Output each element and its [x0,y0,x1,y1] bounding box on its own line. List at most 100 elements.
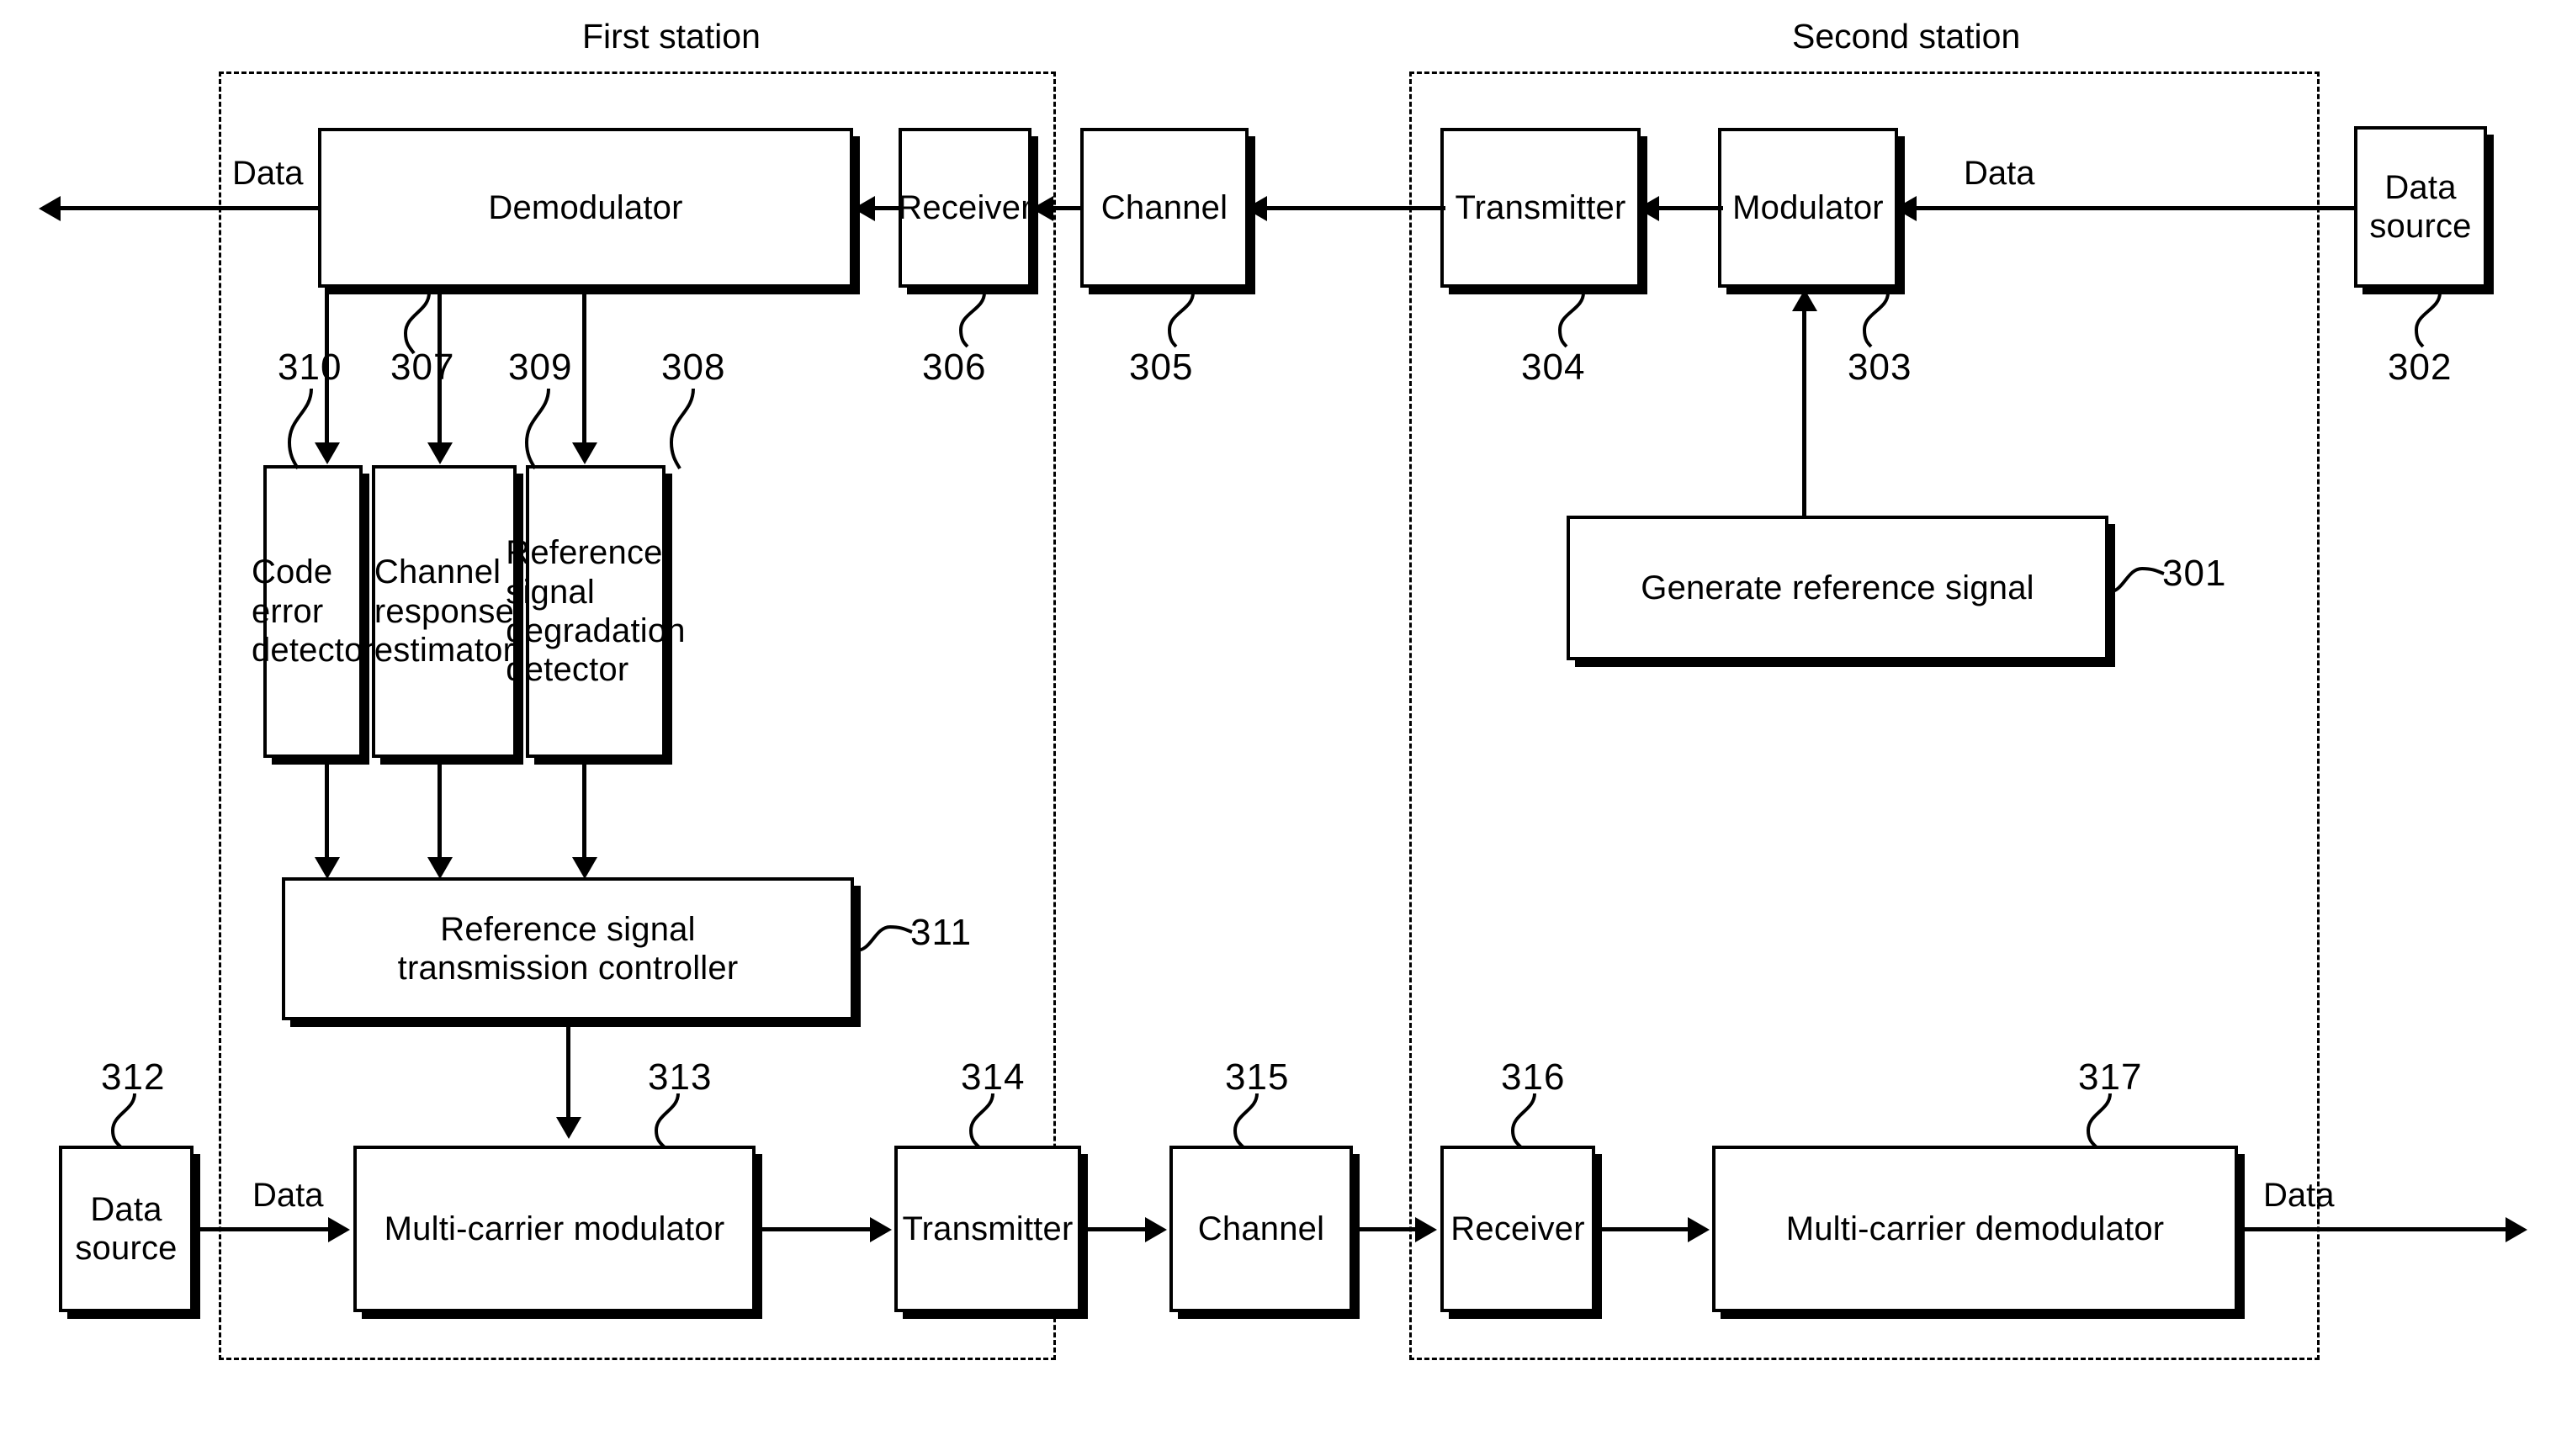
leader-312 [109,1093,151,1149]
ref-numeral-314: 314 [961,1056,1026,1098]
block-mc-demodulator[interactable]: Multi-carrier demodulator [1712,1146,2238,1312]
block-code-error-detector-label: Code error detector [251,553,375,670]
ref-numeral-315: 315 [1225,1056,1290,1098]
arrow-channel-to-receiver [1031,196,1053,221]
block-reference-signal-degradation-detector[interactable]: Reference signal degradation detector [506,465,686,758]
block-mc-modulator-label: Multi-carrier modulator [384,1210,725,1247]
line-demod-to-refsig-deg-detector [582,288,586,446]
block-data-source-bottom[interactable]: Data source [59,1146,194,1312]
line-mc-modulator-to-transmitter [762,1227,872,1231]
ref-numeral-304: 304 [1521,347,1586,388]
ref-numeral-311: 311 [910,912,973,953]
line-receiver-to-mc-demodulator [1599,1227,1689,1231]
line-genref-to-modulator [1802,310,1806,518]
leader-304 [1543,292,1589,348]
arrow-datasource-to-modulator [1895,196,1917,221]
arrow-demod-out [39,196,61,221]
block-demodulator[interactable]: Demodulator [318,128,853,288]
block-mc-demodulator-label: Multi-carrier demodulator [1785,1210,2165,1247]
leader-308 [665,388,707,469]
block-reference-signal-degradation-detector-label: Reference signal degradation detector [506,534,686,689]
arrow-datasource-to-mc-modulator [328,1217,350,1242]
arrow-receiver-to-mc-demodulator [1688,1217,1710,1242]
arrow-controller-to-mc-modulator [556,1117,581,1139]
block-reference-signal-transmission-controller-label: Reference signal transmission controller [397,910,739,987]
block-channel-top[interactable]: Channel [1080,128,1249,288]
block-generate-reference-signal-label: Generate reference signal [1641,569,2034,606]
block-receiver-bottom[interactable]: Receiver [1440,1146,1595,1312]
label-modulator-in-data: Data [1964,155,2035,192]
leader-311 [856,924,914,952]
line-channel-to-receiver-bottom [1356,1227,1417,1231]
ref-numeral-310: 310 [278,347,342,388]
line-datasource-to-modulator [1900,206,2356,210]
leader-314 [964,1093,1006,1149]
block-reference-signal-transmission-controller[interactable]: Reference signal transmission controller [282,877,854,1020]
label-demod-out-data: Data [232,155,304,192]
block-transmitter-top[interactable]: Transmitter [1440,128,1641,288]
block-data-source-top[interactable]: Data source [2354,126,2487,288]
arrow-code-error-detector-to-controller [315,857,340,879]
line-datasource-to-mc-modulator [197,1227,330,1231]
block-demodulator-label: Demodulator [488,188,683,226]
line-code-error-detector-to-controller [325,758,329,860]
ref-numeral-316: 316 [1501,1056,1566,1098]
leader-316 [1506,1093,1548,1149]
block-data-source-bottom-label: Data source [75,1190,178,1267]
leader-302 [2400,292,2446,348]
block-channel-top-label: Channel [1100,188,1228,226]
second-station-label: Second station [1792,17,2021,56]
line-demod-out [61,206,320,210]
block-receiver-top-label: Receiver [898,188,1032,226]
arrow-demod-to-channel-response-estimator [427,442,453,464]
leader-301 [2108,564,2166,594]
leader-315 [1228,1093,1270,1149]
patent-figure: First station Second station Demodulator… [0,0,2556,1456]
label-mc-modulator-in-data: Data [252,1177,324,1214]
ref-numeral-301: 301 [2162,553,2227,594]
block-modulator[interactable]: Modulator [1718,128,1898,288]
arrow-genref-to-modulator [1792,289,1817,311]
arrow-mc-demodulator-out [2506,1217,2527,1242]
arrow-channel-to-receiver-bottom [1415,1217,1437,1242]
ref-numeral-313: 313 [648,1056,713,1098]
block-channel-bottom-label: Channel [1197,1210,1325,1247]
block-channel-response-estimator[interactable]: Channel response estimator [372,465,517,758]
line-transmitter-to-channel-bottom [1084,1227,1147,1231]
ref-numeral-317: 317 [2078,1056,2143,1098]
ref-numeral-308: 308 [661,347,726,388]
leader-305 [1153,292,1199,348]
block-data-source-top-label: Data source [2369,168,2472,245]
block-mc-modulator[interactable]: Multi-carrier modulator [353,1146,756,1312]
leader-307 [387,292,433,355]
block-channel-bottom[interactable]: Channel [1169,1146,1353,1312]
ref-numeral-309: 309 [508,347,573,388]
block-generate-reference-signal[interactable]: Generate reference signal [1567,516,2108,660]
block-code-error-detector[interactable]: Code error detector [252,465,374,758]
block-receiver-top[interactable]: Receiver [898,128,1032,288]
block-transmitter-top-label: Transmitter [1455,188,1626,226]
first-station-label: First station [582,17,761,56]
block-transmitter-bottom-label: Transmitter [902,1210,1074,1247]
line-controller-to-mc-modulator [566,1020,570,1120]
arrow-channel-response-estimator-to-controller [427,857,453,879]
ref-numeral-305: 305 [1129,347,1194,388]
block-transmitter-bottom[interactable]: Transmitter [894,1146,1081,1312]
arrow-demod-to-refsig-deg-detector [572,442,597,464]
leader-309 [520,388,562,469]
block-receiver-bottom-label: Receiver [1450,1210,1585,1247]
line-transmitter-to-channel [1250,206,1445,210]
ref-numeral-306: 306 [922,347,987,388]
leader-310 [286,388,328,469]
arrow-refsig-deg-detector-to-controller [572,857,597,879]
label-mc-demod-out-data: Data [2263,1177,2335,1214]
ref-numeral-302: 302 [2388,347,2453,388]
leader-303 [1848,292,1898,348]
leader-313 [650,1093,692,1149]
leader-317 [2081,1093,2124,1149]
arrow-mc-modulator-to-transmitter [870,1217,892,1242]
leader-306 [944,292,990,348]
line-channel-response-estimator-to-controller [437,758,442,860]
arrow-modulator-to-transmitter [1637,196,1659,221]
ref-numeral-312: 312 [101,1056,166,1098]
